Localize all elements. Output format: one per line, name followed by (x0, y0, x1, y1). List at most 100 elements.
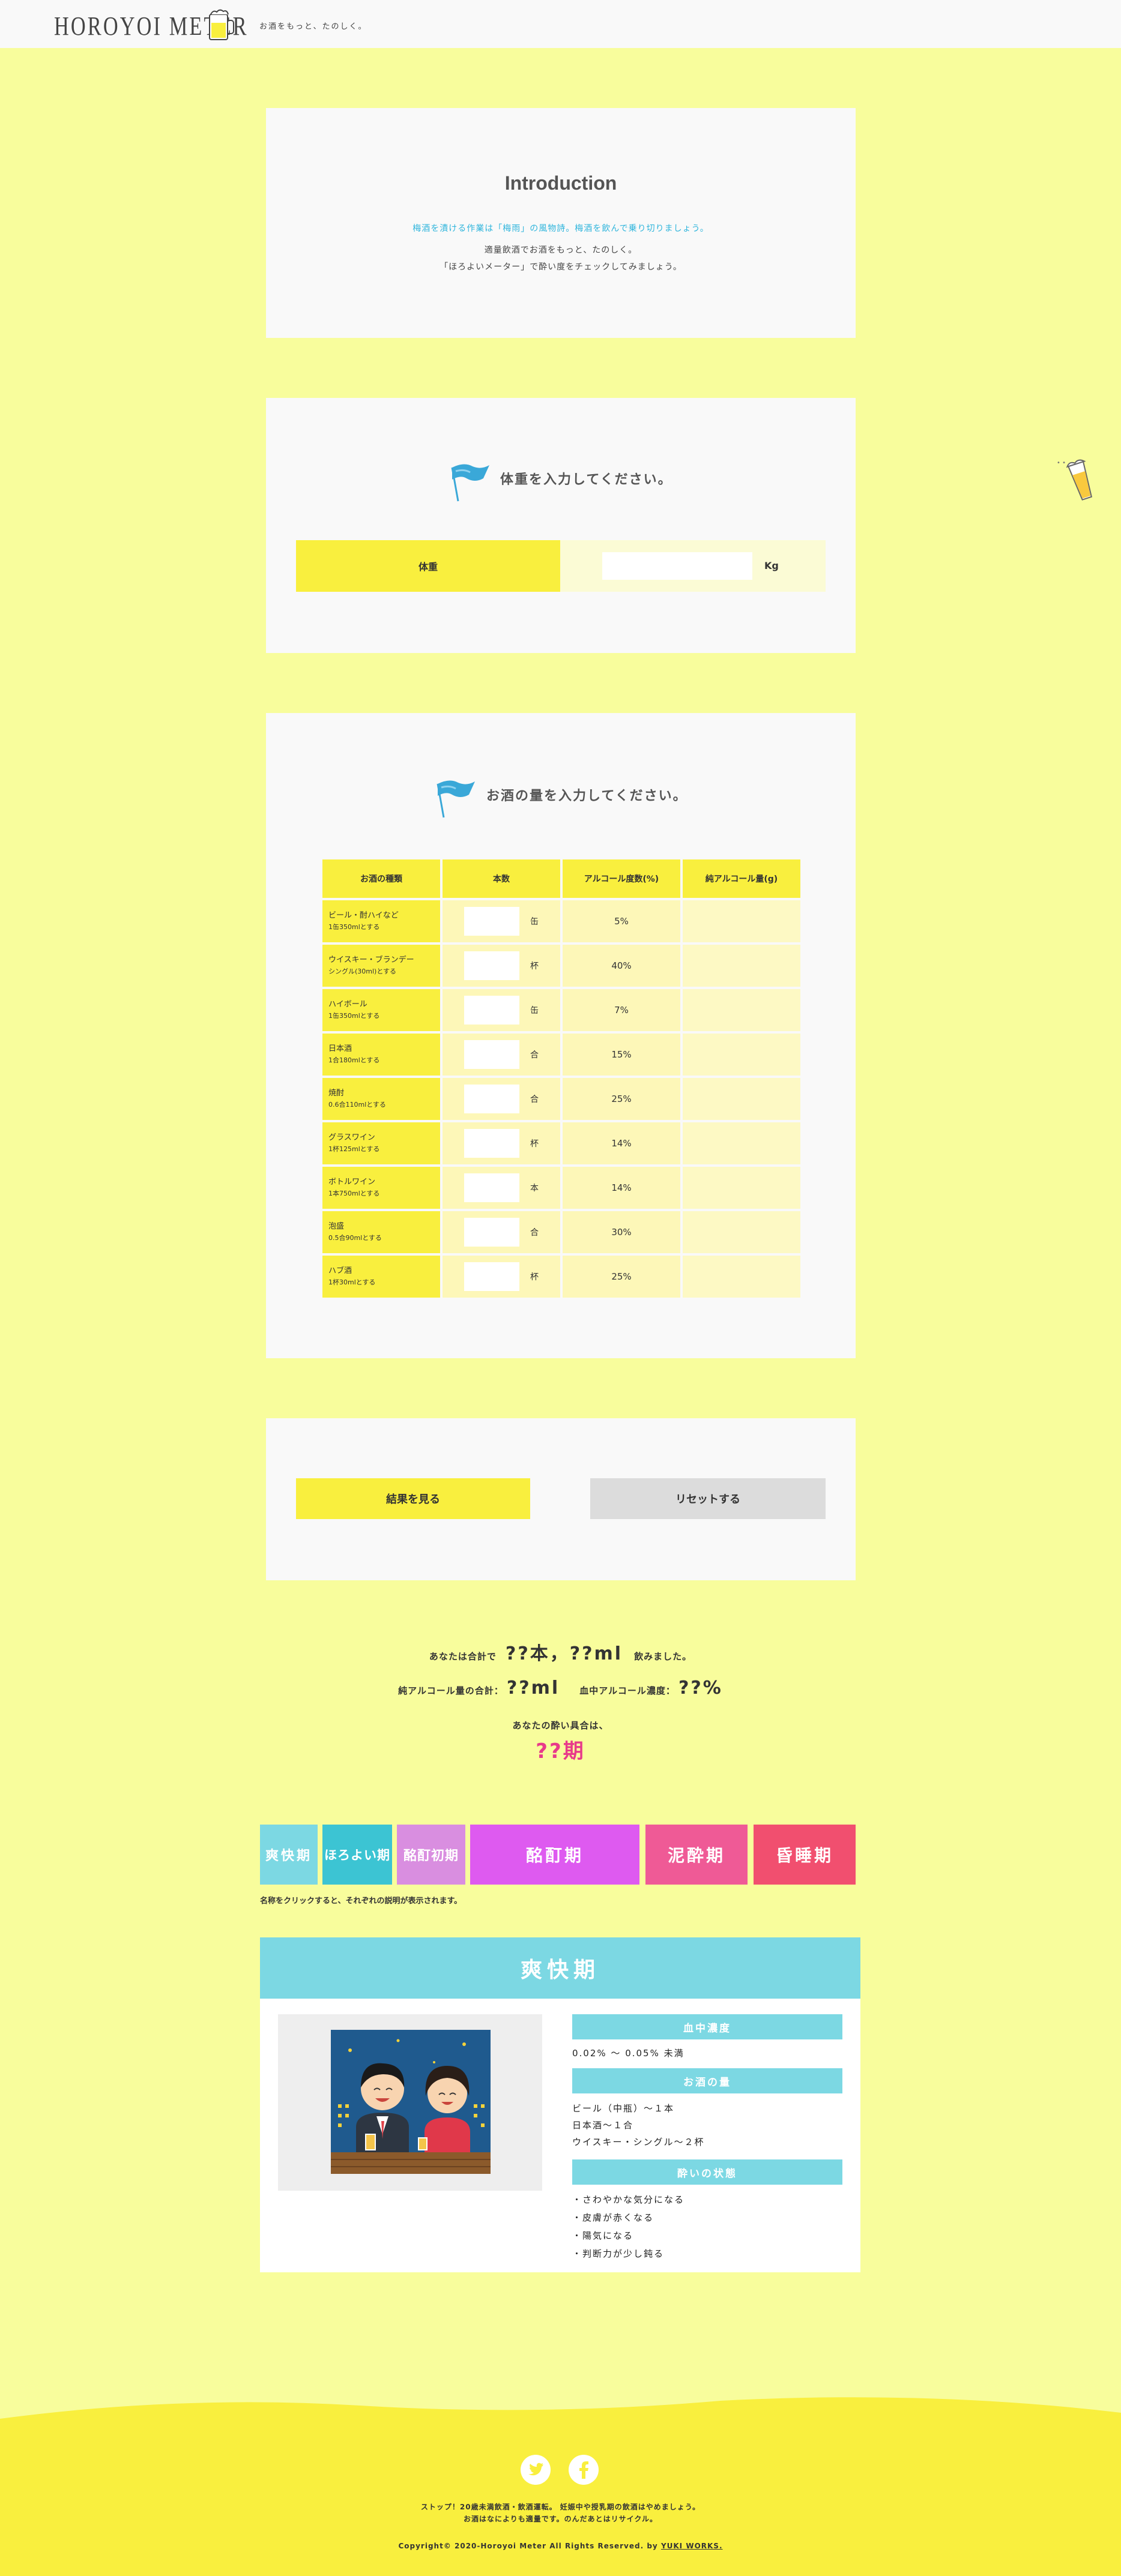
stage-tab-konsui[interactable]: 昏睡期 (754, 1825, 856, 1885)
drink-name-cell: 焼酎 0.6合110mlとする (322, 1078, 440, 1120)
weight-heading: 体重を入力してください。 (500, 472, 672, 487)
stage-tab-horoyoi[interactable]: ほろよい期 (322, 1825, 392, 1885)
drink-note: 1杯125mlとする (328, 1145, 380, 1153)
drink-count-input[interactable] (464, 1173, 519, 1202)
drinking-illustration (278, 2014, 542, 2191)
drink-note: 1本750mlとする (328, 1190, 380, 1197)
drink-name: 焼酎 (328, 1088, 345, 1098)
show-result-button[interactable]: 結果を見る (296, 1478, 530, 1519)
drink-unit: 杯 (530, 1272, 539, 1282)
drink-name: ビール・酎ハイなど (328, 910, 399, 920)
result-total: あなたは合計で ??本，??ml 飲みました。 (429, 1643, 692, 1664)
drink-table: お酒の種類 本数 アルコール度数(%) 純アルコール量(g) ビール・酎ハイなど… (320, 857, 803, 1300)
drink-degree: 15% (563, 1034, 680, 1076)
drink-name-cell: グラスワイン 1杯125mlとする (322, 1122, 440, 1164)
drink-count-cell: 杯 (443, 1256, 560, 1298)
table-row: ボトルワイン 1本750mlとする 本 14% (322, 1167, 800, 1209)
drink-degree: 5% (563, 900, 680, 942)
beer-mug-icon (209, 9, 234, 40)
drink-count-cell: 杯 (443, 1122, 560, 1164)
table-row: グラスワイン 1杯125mlとする 杯 14% (322, 1122, 800, 1164)
intro-text: 「ほろよいメーター」で酔い度をチェックしてみましょう。 (440, 262, 682, 272)
twitter-icon (528, 2463, 543, 2476)
column-header: 純アルコール量(g) (683, 859, 800, 898)
svg-text:• •: • • (1057, 460, 1066, 466)
stage-detail: 爽快期 血中濃度 0.02% 〜 0.05% 未満 お酒の量 ビール（中瓶）〜１… (260, 1937, 860, 2272)
drink-count-cell: 合 (443, 1078, 560, 1120)
drink-unit: 合 (530, 1050, 539, 1060)
drink-count-input[interactable] (464, 1262, 519, 1291)
stage-tab-meitei[interactable]: 酩酊期 (470, 1825, 639, 1885)
drink-count-input[interactable] (464, 996, 519, 1025)
intro-text: 適量飲酒でお酒をもっと、たのしく。 (484, 245, 638, 255)
drunk-state-item: ・判断力が少し鈍る (572, 2248, 665, 2259)
column-header: お酒の種類 (322, 859, 440, 898)
reset-button[interactable]: リセットする (590, 1478, 826, 1519)
footer-copyright: Copyright© 2020-Horoyoi Meter All Rights… (398, 2542, 723, 2550)
drink-count-input[interactable] (464, 1129, 519, 1158)
drink-count-cell: 杯 (443, 945, 560, 987)
stage-tab-meitei-shoki[interactable]: 酩酊初期 (397, 1825, 465, 1885)
alcohol-amount-item: 日本酒〜１合 (572, 2120, 634, 2131)
drink-name: グラスワイン (328, 1133, 375, 1142)
drink-heading: お酒の量を入力してください。 (486, 789, 687, 804)
site-header: HOROYOI METER お酒をもっと、たのしく。 (0, 0, 1121, 48)
drink-pure-alcohol (683, 945, 800, 987)
drink-name: ハイボール (328, 999, 367, 1009)
drink-count-cell: 合 (443, 1211, 560, 1253)
alcohol-amount-item: ビール（中瓶）〜１本 (572, 2103, 675, 2114)
stage-note: 名称をクリックすると、それぞれの説明が表示されます。 (260, 1897, 462, 1906)
weight-input-area: Kg (560, 540, 826, 592)
drink-pure-alcohol (683, 900, 800, 942)
drink-unit: 缶 (530, 1006, 539, 1016)
drink-name: ボトルワイン (328, 1177, 376, 1187)
drink-count-cell: 本 (443, 1167, 560, 1209)
intro-title: Introduction (504, 172, 617, 194)
stage-tab-deisui[interactable]: 泥酔期 (645, 1825, 748, 1885)
drink-count-input[interactable] (464, 1218, 519, 1247)
drink-pure-alcohol (683, 1256, 800, 1298)
facebook-link[interactable] (569, 2455, 599, 2485)
weight-label: 体重 (296, 540, 560, 592)
drink-degree: 14% (563, 1167, 680, 1209)
drunk-state-item: ・陽気になる (572, 2230, 634, 2241)
drink-pure-alcohol (683, 1167, 800, 1209)
drink-section: お酒の量を入力してください。 お酒の種類 本数 アルコール度数(%) 純アルコー… (266, 713, 856, 1358)
drink-unit: 合 (530, 1095, 539, 1104)
table-row: 泡盛 0.5合90mlとする 合 30% (322, 1211, 800, 1253)
drunk-state-item: ・皮膚が赤くなる (572, 2212, 654, 2223)
table-row: 焼酎 0.6合110mlとする 合 25% (322, 1078, 800, 1120)
drink-name: 日本酒 (328, 1044, 352, 1053)
drink-unit: 杯 (530, 1139, 539, 1149)
drink-pure-alcohol (683, 1122, 800, 1164)
result-total-value: ??本，??ml (505, 1643, 623, 1664)
result-stage-label: あなたの酔い具合は、 (512, 1720, 609, 1731)
twitter-link[interactable] (521, 2455, 551, 2485)
weight-unit: Kg (764, 560, 779, 571)
weight-input[interactable] (602, 552, 752, 580)
result-blood-value: ??% (678, 1678, 723, 1699)
drink-note: 0.6合110mlとする (328, 1101, 386, 1109)
drink-degree: 25% (563, 1256, 680, 1298)
drink-count-input[interactable] (464, 907, 519, 936)
footer-warning: お酒はなによりも適量です。のんだあとはリサイクル。 (464, 2515, 657, 2523)
blood-level-label: 血中濃度 (572, 2014, 842, 2039)
stage-tab-soukai[interactable]: 爽快期 (260, 1825, 318, 1885)
drunk-state-label: 酔いの状態 (572, 2159, 842, 2185)
table-header-row: お酒の種類 本数 アルコール度数(%) 純アルコール量(g) (322, 859, 800, 898)
drink-count-input[interactable] (464, 951, 519, 980)
drink-pure-alcohol (683, 1034, 800, 1076)
drink-note: 0.5合90mlとする (328, 1234, 382, 1242)
drink-count-input[interactable] (464, 1085, 519, 1113)
result-alcohol: 純アルコール量の合計： ??ml 血中アルコール濃度： ??% (398, 1678, 723, 1699)
drink-name-cell: 日本酒 1合180mlとする (322, 1034, 440, 1076)
drink-name-cell: ビール・酎ハイなど 1缶350mlとする (322, 900, 440, 942)
drink-name: ハブ酒 (328, 1266, 352, 1275)
drink-count-input[interactable] (464, 1040, 519, 1069)
drink-name-cell: ウイスキー・ブランデー シングル(30ml)とする (322, 945, 440, 987)
drink-note: 1合180mlとする (328, 1056, 380, 1064)
credit-link[interactable]: YUKI WORKS. (661, 2542, 723, 2550)
drink-degree: 40% (563, 945, 680, 987)
beer-glass-icon: • • (1057, 459, 1093, 501)
facebook-icon (579, 2461, 588, 2479)
